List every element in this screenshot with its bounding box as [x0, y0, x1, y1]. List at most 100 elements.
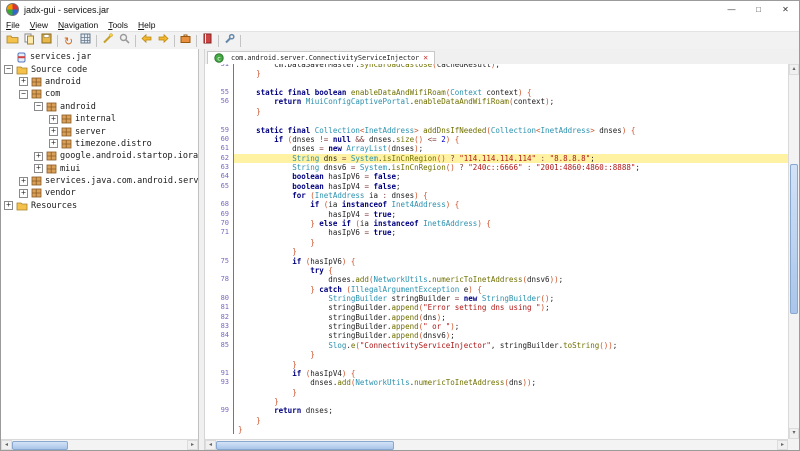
- close-button[interactable]: ✕: [772, 1, 799, 18]
- log-viewer-button[interactable]: [199, 33, 216, 48]
- jar-icon: [16, 52, 27, 63]
- expand-toggle-icon[interactable]: +: [19, 189, 28, 198]
- line-number: 61: [205, 144, 234, 153]
- code-text: stringBuilder.append("Error setting dns …: [234, 303, 788, 312]
- collapse-toggle-icon[interactable]: −: [19, 90, 28, 99]
- package-icon: [61, 114, 72, 124]
- code-line: 59 static final Collection<InetAddress> …: [205, 126, 788, 135]
- tree-item-label: Source code: [31, 65, 87, 75]
- code-line: 63 String dnsv6 = System.isInCnRegion() …: [205, 163, 788, 172]
- code-text: return MiuiConfigCaptivePortal.enableDat…: [234, 97, 788, 106]
- scroll-left-arrow[interactable]: ◂: [205, 440, 216, 450]
- scroll-right-arrow[interactable]: ▸: [187, 440, 198, 450]
- tree-item-com[interactable]: −com: [1, 88, 198, 100]
- window-title: jadx-gui - services.jar: [24, 5, 109, 15]
- scroll-up-arrow[interactable]: ▴: [789, 64, 799, 75]
- line-number: 81: [205, 303, 234, 312]
- scrollbar-thumb[interactable]: [12, 441, 68, 450]
- menu-view[interactable]: View: [30, 20, 48, 30]
- open-file-button[interactable]: [4, 33, 21, 48]
- tree-item-server[interactable]: +server: [1, 125, 198, 137]
- editor-vertical-scrollbar[interactable]: ▴ ▾: [788, 64, 799, 439]
- tree-item-resources[interactable]: +Resources: [1, 200, 198, 212]
- collapse-toggle-icon[interactable]: −: [34, 102, 43, 111]
- collapse-toggle-icon[interactable]: −: [4, 65, 13, 74]
- editor-panel: c com.android.server.ConnectivityService…: [205, 49, 799, 450]
- tree-item-source-code[interactable]: − Source code: [1, 63, 198, 75]
- menu-help[interactable]: Help: [138, 20, 155, 30]
- export-button[interactable]: [177, 33, 194, 48]
- nav-forward-button[interactable]: [155, 33, 172, 48]
- arrow-left-icon: [140, 32, 153, 50]
- tab-connectivityserviceinjector[interactable]: c com.android.server.ConnectivityService…: [207, 51, 435, 65]
- tree-item-timezone-distro[interactable]: +timezone.distro: [1, 138, 198, 150]
- svg-text:c: c: [217, 54, 221, 62]
- package-icon: [31, 176, 42, 186]
- menu-tools[interactable]: Tools: [108, 20, 128, 30]
- code-text: }: [234, 388, 788, 397]
- tree-item-android[interactable]: +android: [1, 76, 198, 88]
- expand-toggle-icon[interactable]: +: [49, 139, 58, 148]
- tree-item-services-jar[interactable]: services.jar: [1, 51, 198, 63]
- folder-open-icon: [6, 32, 19, 50]
- deobfuscation-button[interactable]: [99, 33, 116, 48]
- tree-item-google-android-startop-iorap[interactable]: +google.android.startop.iorap: [1, 150, 198, 162]
- code-line: 82 stringBuilder.append(dns);: [205, 313, 788, 322]
- tree-item-internal[interactable]: +internal: [1, 113, 198, 125]
- line-number: 70: [205, 219, 234, 228]
- expand-toggle-icon[interactable]: +: [49, 115, 58, 124]
- code-line: 70 } else if (ia instanceof Inet6Address…: [205, 219, 788, 228]
- scrollbar-thumb[interactable]: [790, 164, 798, 314]
- line-number: 60: [205, 135, 234, 144]
- expand-toggle-icon[interactable]: +: [19, 77, 28, 86]
- line-number: [205, 238, 234, 247]
- code-line: 56 return MiuiConfigCaptivePortal.enable…: [205, 97, 788, 106]
- scroll-left-arrow[interactable]: ◂: [1, 440, 12, 450]
- scroll-down-arrow[interactable]: ▾: [789, 428, 799, 439]
- reload-button[interactable]: ↻: [60, 33, 77, 48]
- tree-item-vendor[interactable]: +vendor: [1, 187, 198, 199]
- scrollbar-thumb[interactable]: [216, 441, 394, 450]
- code-text: } else if (ia instanceof Inet6Address) {: [234, 219, 788, 228]
- expand-toggle-icon[interactable]: +: [34, 152, 43, 161]
- package-tree[interactable]: services.jar − Source code+android−com−and…: [1, 51, 198, 439]
- main-area: services.jar − Source code+android−com−and…: [1, 49, 799, 450]
- menu-navigation[interactable]: Navigation: [58, 20, 98, 30]
- settings-button[interactable]: [221, 33, 238, 48]
- sidebar-horizontal-scrollbar[interactable]: ◂ ▸: [1, 439, 198, 450]
- menu-file[interactable]: File: [6, 20, 20, 30]
- tree-item-miui[interactable]: +miui: [1, 163, 198, 175]
- class-search-button[interactable]: [77, 33, 94, 48]
- line-number: 55: [205, 88, 234, 97]
- line-number: [205, 191, 234, 200]
- scrollbar-track[interactable]: [68, 440, 187, 450]
- tree-item-services-java-com-android-server-m[interactable]: + services.java.com.android.server.m: [1, 175, 198, 187]
- tree-item-android[interactable]: −android: [1, 101, 198, 113]
- title-bar: jadx-gui - services.jar —□✕: [1, 1, 799, 18]
- line-number: [205, 360, 234, 369]
- nav-back-button[interactable]: [138, 33, 155, 48]
- tab-bar: c com.android.server.ConnectivityService…: [205, 49, 799, 65]
- code-editor[interactable]: 51 cm.DataSaverMaster.syncBroadcastUse(c…: [205, 64, 788, 439]
- tab-close-icon[interactable]: ✕: [423, 54, 428, 62]
- maximize-button[interactable]: □: [745, 1, 772, 18]
- save-all-button[interactable]: [38, 33, 55, 48]
- text-search-button[interactable]: [116, 33, 133, 48]
- editor-horizontal-scrollbar[interactable]: ◂ ▸: [205, 439, 788, 450]
- window-controls: —□✕: [718, 1, 799, 18]
- pages-icon: [23, 32, 36, 50]
- minimize-button[interactable]: —: [718, 1, 745, 18]
- scrollbar-track[interactable]: [394, 440, 777, 450]
- tree-item-label: services.java.com.android.server.m: [45, 176, 198, 186]
- expand-toggle-icon[interactable]: +: [19, 177, 28, 186]
- expand-toggle-icon[interactable]: +: [4, 201, 13, 210]
- expand-toggle-icon[interactable]: +: [34, 164, 43, 173]
- expand-toggle-icon[interactable]: +: [49, 127, 58, 136]
- code-text: hasIpV4 = true;: [234, 210, 788, 219]
- scroll-right-arrow[interactable]: ▸: [777, 440, 788, 450]
- code-text: hasIpV6 = true;: [234, 228, 788, 237]
- line-number: 59: [205, 126, 234, 135]
- add-files-button[interactable]: [21, 33, 38, 48]
- book-icon: [201, 32, 214, 50]
- code-line: [205, 79, 788, 88]
